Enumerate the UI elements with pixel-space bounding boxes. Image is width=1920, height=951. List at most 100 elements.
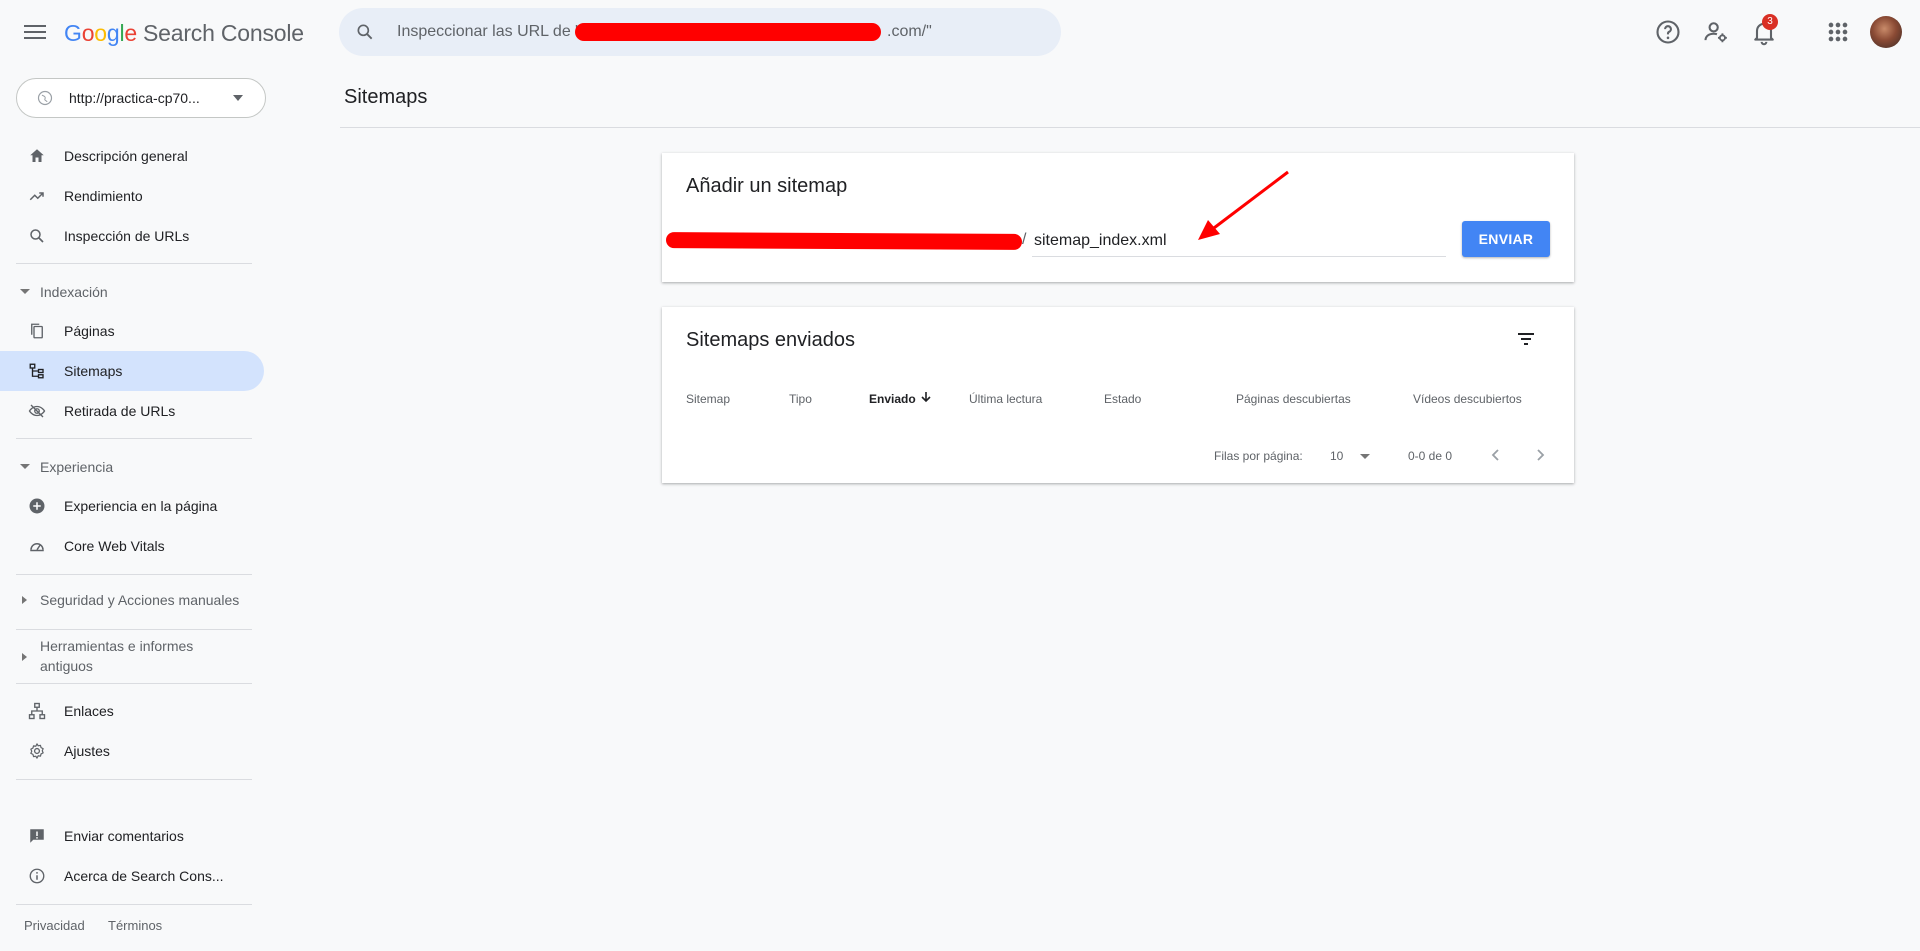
sidebar-divider (16, 779, 252, 780)
pagination-range: 0-0 de 0 (1408, 449, 1453, 463)
google-search-console-logo[interactable]: Google Search Console (64, 20, 304, 47)
sidebar-item-label: Acerca de Search Cons... (64, 868, 224, 884)
sidebar-item-removals[interactable]: Retirada de URLs (0, 391, 264, 431)
column-header-videos-discovered[interactable]: Vídeos descubiertos (1413, 392, 1522, 406)
sidebar-divider (16, 904, 252, 905)
product-name: Search Console (143, 20, 304, 46)
search-icon (357, 24, 373, 40)
sidebar-item-label: Enlaces (64, 703, 114, 719)
logo-letter: G (64, 20, 82, 46)
sidebar-section-indexing[interactable]: Indexación (0, 282, 264, 306)
sidebar-item-label: Experiencia en la página (64, 498, 218, 514)
sidebar-section-label: Indexación (40, 284, 108, 300)
logo-letter: o (94, 20, 107, 46)
search-icon (30, 229, 44, 243)
sidebar-item-settings[interactable]: Ajustes (0, 731, 264, 771)
url-inspection-search[interactable]: Inspeccionar las URL de " .com/" (339, 8, 1061, 56)
card-title: Sitemaps enviados (686, 329, 855, 351)
card-title: Añadir un sitemap (686, 175, 848, 197)
help-icon[interactable] (1654, 18, 1682, 46)
sidebar-item-overview[interactable]: Descripción general (0, 136, 264, 176)
arrow-down-icon[interactable] (919, 390, 933, 404)
sitemap-icon (29, 363, 44, 379)
sidebar-section-label: Seguridad y Acciones manuales (40, 592, 240, 608)
property-label: http://practica-cp70... (69, 90, 200, 106)
dropdown-arrow-icon (233, 95, 243, 101)
dropdown-arrow-icon (1360, 454, 1370, 459)
google-apps-icon[interactable] (1824, 18, 1852, 46)
logo-letter: e (124, 20, 137, 46)
sidebar-section-legacy-tools[interactable]: Herramientas e informes antiguos (0, 636, 264, 676)
column-header-sitemap[interactable]: Sitemap (686, 392, 730, 406)
sidebar-item-page-experience[interactable]: Experiencia en la página (0, 486, 264, 526)
caret-down-icon (20, 464, 30, 469)
column-header-submitted[interactable]: Enviado (869, 392, 916, 406)
top-app-bar: Google Search Console Inspeccionar las U… (0, 0, 1920, 66)
previous-page-icon[interactable] (1482, 441, 1510, 469)
sidebar-divider (16, 683, 252, 684)
filter-icon[interactable] (1514, 327, 1538, 351)
sidebar-section-experience[interactable]: Experiencia (0, 457, 264, 481)
sidebar-item-pages[interactable]: Páginas (0, 311, 264, 351)
sidebar-item-url-inspection[interactable]: Inspección de URLs (0, 216, 264, 256)
gear-icon (30, 743, 44, 759)
account-avatar[interactable] (1870, 16, 1902, 48)
sidebar-divider (16, 574, 252, 575)
sidebar-item-label: Descripción general (64, 148, 188, 164)
rows-per-page-select[interactable]: 10 (1326, 442, 1386, 470)
sidebar-item-performance[interactable]: Rendimiento (0, 176, 264, 216)
caret-down-icon (20, 289, 30, 294)
speed-gauge-icon (30, 543, 44, 552)
submitted-sitemaps-card: Sitemaps enviados Sitemap Tipo Enviado Ú… (662, 307, 1574, 483)
sidebar-divider (16, 438, 252, 439)
logo-letter: g (106, 20, 120, 46)
page-header-divider (340, 127, 1920, 128)
sidebar-item-label: Enviar comentarios (64, 828, 184, 844)
page-title: Sitemaps (344, 86, 428, 108)
next-page-icon[interactable] (1526, 441, 1554, 469)
sidebar-item-send-feedback[interactable]: Enviar comentarios (0, 816, 264, 856)
globe-icon (37, 90, 53, 106)
logo-letter: o (81, 20, 95, 46)
sidebar-item-sitemaps[interactable]: Sitemaps (0, 351, 264, 391)
terms-link[interactable]: Términos (108, 918, 162, 933)
column-header-status[interactable]: Estado (1104, 392, 1141, 406)
sidebar-item-links[interactable]: Enlaces (0, 691, 264, 731)
submit-sitemap-button[interactable]: ENVIAR (1462, 221, 1550, 257)
info-icon (29, 868, 45, 884)
redaction-mark (575, 23, 881, 41)
sidebar-item-core-web-vitals[interactable]: Core Web Vitals (0, 526, 264, 566)
sidebar-section-security[interactable]: Seguridad y Acciones manuales (0, 590, 264, 614)
add-circle-icon (29, 498, 45, 514)
column-header-pages-discovered[interactable]: Páginas descubiertas (1236, 392, 1351, 406)
sidebar-item-label: Sitemaps (64, 363, 123, 379)
url-separator: / (1022, 231, 1027, 248)
manage-users-icon[interactable] (1702, 18, 1730, 46)
property-selector[interactable]: http://practica-cp70... (16, 78, 266, 118)
sidebar-divider (16, 263, 252, 264)
redaction-mark (665, 232, 1023, 250)
notification-count-badge: 3 (1762, 14, 1778, 30)
sidebar-item-about[interactable]: Acerca de Search Cons... (0, 856, 264, 896)
visibility-off-icon (28, 404, 46, 418)
sidebar-divider (16, 629, 252, 630)
sidebar-section-label: Herramientas e informes antiguos (40, 638, 194, 674)
search-placeholder-prefix: Inspeccionar las URL de " (397, 23, 581, 40)
rows-per-page-label: Filas por página: (1214, 449, 1303, 463)
sidebar-item-label: Rendimiento (64, 188, 143, 204)
column-header-last-read[interactable]: Última lectura (969, 392, 1042, 406)
sidebar-item-label: Páginas (64, 323, 115, 339)
annotation-arrow (1198, 170, 1289, 240)
column-header-type[interactable]: Tipo (789, 392, 812, 406)
feedback-icon (30, 829, 44, 843)
caret-right-icon (22, 653, 27, 661)
sidebar-item-label: Core Web Vitals (64, 538, 165, 554)
search-placeholder-suffix: .com/" (887, 23, 932, 40)
home-icon (30, 149, 44, 162)
sidebar-item-label: Retirada de URLs (64, 403, 176, 419)
privacy-link[interactable]: Privacidad (24, 918, 85, 933)
main-menu-icon[interactable] (24, 21, 46, 43)
sidebar-section-label: Experiencia (40, 459, 114, 475)
links-icon (28, 702, 46, 720)
trending-up-icon (29, 192, 44, 201)
